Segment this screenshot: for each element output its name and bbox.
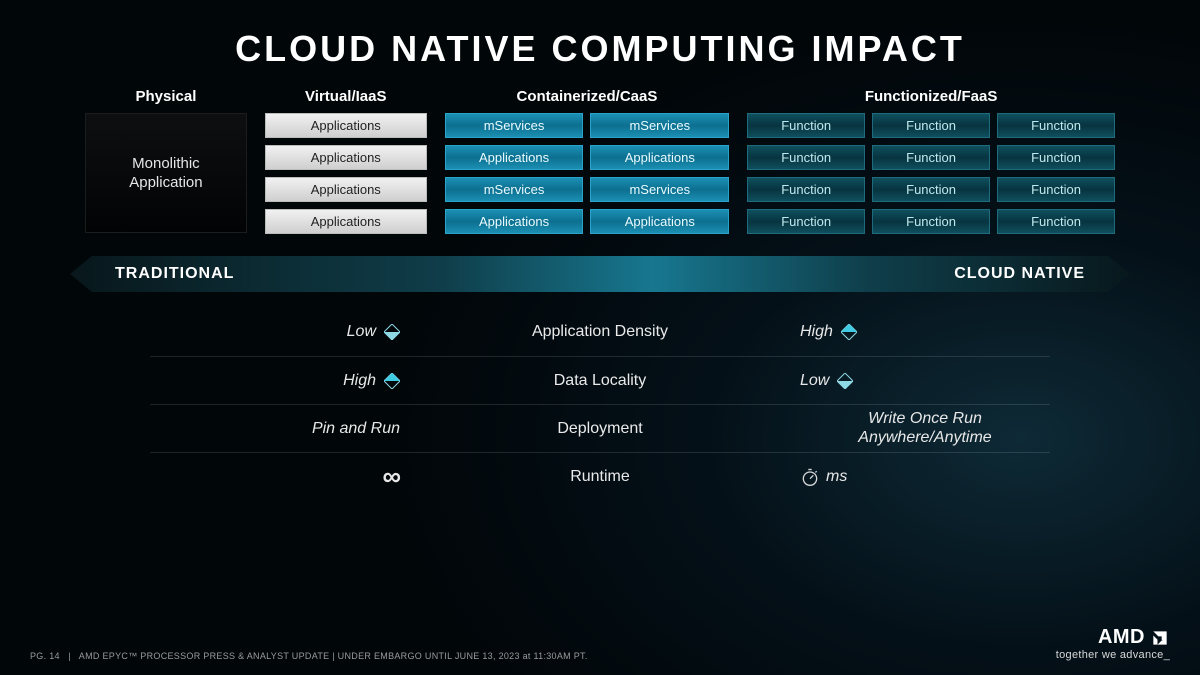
caas-pill: Applications: [445, 145, 584, 170]
metric-center: Data Locality: [400, 372, 800, 390]
virtual-app-pill: Applications: [265, 145, 427, 170]
faas-pill: Function: [997, 145, 1115, 170]
architecture-columns: Physical Monolithic Application Virtual/…: [0, 88, 1200, 234]
monolithic-label: Monolithic Application: [129, 154, 202, 193]
col-physical: Physical Monolithic Application: [85, 88, 247, 234]
metric-row: Low Application Density High: [150, 308, 1050, 356]
col-caas-header: Containerized/CaaS: [445, 88, 729, 113]
caas-pill: mServices: [590, 113, 729, 138]
traditional-cloud-arrow: TRADITIONAL CLOUD NATIVE: [70, 256, 1130, 292]
col-virtual: Virtual/IaaS Applications Applications A…: [265, 88, 427, 234]
stopwatch-icon: ms: [800, 467, 847, 487]
faas-pill: Function: [997, 113, 1115, 138]
faas-pill: Function: [747, 209, 865, 234]
diamond-up-icon: [384, 373, 400, 389]
virtual-app-pill: Applications: [265, 177, 427, 202]
diamond-up-icon: [841, 324, 857, 340]
metric-right: High: [800, 323, 833, 341]
faas-pill: Function: [872, 113, 990, 138]
virtual-app-pill: Applications: [265, 209, 427, 234]
metric-center: Runtime: [400, 468, 800, 486]
caas-pill: mServices: [445, 113, 584, 138]
caas-pill: mServices: [590, 177, 729, 202]
faas-pill: Function: [872, 177, 990, 202]
metric-right: Write Once Run Anywhere/Anytime: [800, 410, 1050, 447]
infinity-icon: ∞: [382, 461, 400, 492]
amd-arrow-icon: [1150, 628, 1170, 648]
col-faas-header: Functionized/FaaS: [747, 88, 1115, 113]
faas-pill: Function: [872, 209, 990, 234]
diamond-down-icon: [837, 373, 853, 389]
col-caas: Containerized/CaaS mServices mServices A…: [445, 88, 729, 234]
col-physical-header: Physical: [85, 88, 247, 113]
brand-name: AMD: [1098, 626, 1145, 649]
metric-left: Pin and Run: [312, 420, 400, 438]
brand-block: AMD together we advance_: [1056, 626, 1170, 661]
caas-pill: Applications: [590, 209, 729, 234]
caas-pill: Applications: [590, 145, 729, 170]
virtual-app-pill: Applications: [265, 113, 427, 138]
faas-pill: Function: [747, 113, 865, 138]
footer-note: AMD EPYC™ PROCESSOR PRESS & ANALYST UPDA…: [79, 651, 588, 661]
arrow-right-label: CLOUD NATIVE: [954, 265, 1085, 283]
faas-pill: Function: [747, 145, 865, 170]
diamond-down-icon: [384, 324, 400, 340]
metric-right: Low: [800, 372, 829, 390]
slide-footer: PG. 14 | AMD EPYC™ PROCESSOR PRESS & ANA…: [30, 626, 1170, 661]
monolithic-box: Monolithic Application: [85, 113, 247, 233]
metrics-table: Low Application Density High High Data L…: [150, 308, 1050, 500]
brand-tagline: together we advance_: [1056, 649, 1170, 661]
metric-left: Low: [347, 323, 376, 341]
metric-row: High Data Locality Low: [150, 356, 1050, 404]
metric-right: ms: [826, 468, 847, 486]
metric-left: High: [343, 372, 376, 390]
metric-center: Application Density: [400, 323, 800, 341]
caas-pill: mServices: [445, 177, 584, 202]
faas-pill: Function: [997, 177, 1115, 202]
page-number: PG. 14: [30, 651, 60, 661]
metric-row: Pin and Run Deployment Write Once Run An…: [150, 404, 1050, 452]
metric-center: Deployment: [400, 420, 800, 438]
arrow-left-label: TRADITIONAL: [115, 265, 234, 283]
col-faas: Functionized/FaaS Function Function Func…: [747, 88, 1115, 234]
slide-title: CLOUD NATIVE COMPUTING IMPACT: [0, 0, 1200, 88]
faas-pill: Function: [997, 209, 1115, 234]
faas-pill: Function: [747, 177, 865, 202]
metric-row: ∞ Runtime ms: [150, 452, 1050, 500]
caas-pill: Applications: [445, 209, 584, 234]
col-virtual-header: Virtual/IaaS: [265, 88, 427, 113]
faas-pill: Function: [872, 145, 990, 170]
